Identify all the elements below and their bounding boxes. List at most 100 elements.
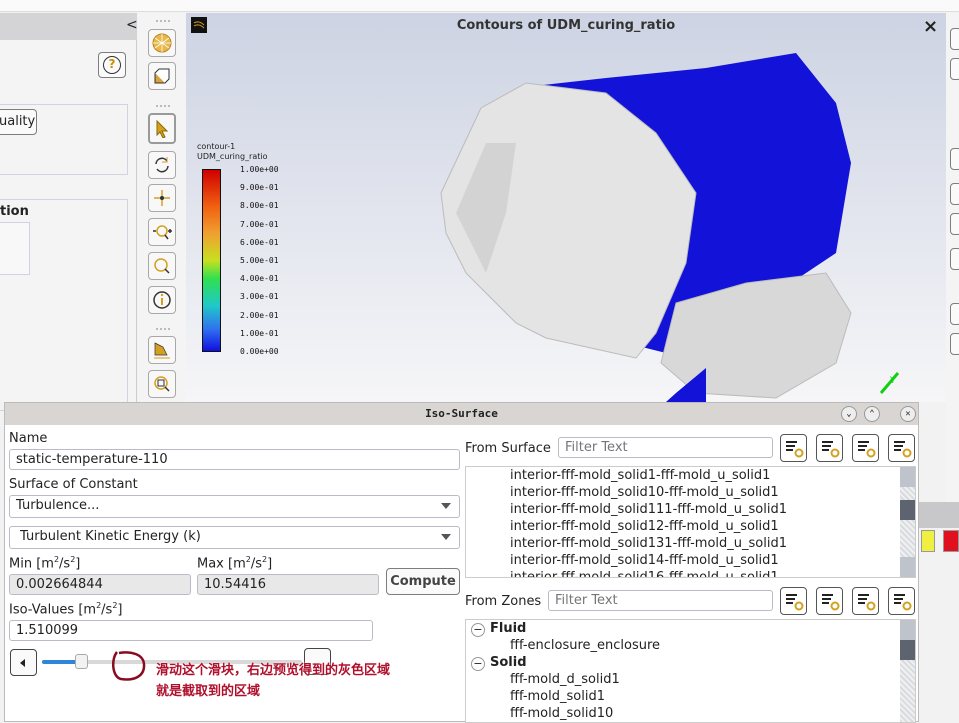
zoom-icon[interactable]	[148, 252, 176, 280]
slider-decrement-button[interactable]	[10, 649, 37, 676]
scroll-thumb[interactable]	[900, 500, 915, 520]
mesh-sphere-icon[interactable]	[148, 29, 176, 57]
list-action-icon	[822, 441, 840, 458]
list-action-icon	[894, 594, 912, 611]
list-item[interactable]: fff-mold_d_solid1	[510, 672, 620, 687]
max-value: 10.54416	[197, 574, 379, 595]
list-action-icon	[786, 594, 804, 611]
grip	[156, 105, 170, 107]
right-tool-button[interactable]	[950, 303, 959, 325]
scroll-up-button[interactable]	[900, 467, 915, 487]
variable-value: Turbulent Kinetic Energy (k)	[20, 529, 201, 544]
list-item[interactable]: fff-mold_solid10	[510, 706, 613, 721]
list-item[interactable]: interior-fff-mold_solid10-fff-mold_u_sol…	[510, 485, 779, 500]
dialog-title-text: Iso-Surface	[425, 407, 498, 420]
max-label: Max [m2/s2]	[197, 555, 273, 572]
error-icon[interactable]	[943, 530, 959, 552]
quality-button[interactable]: uality	[0, 109, 37, 135]
zoom-in-out-icon[interactable]	[148, 218, 176, 246]
collapse-button[interactable]: <	[126, 17, 138, 33]
right-tool-button[interactable]	[950, 58, 959, 80]
name-input[interactable]: static-temperature-110	[9, 449, 460, 470]
select-icon-button[interactable]	[780, 587, 807, 615]
rotate-icon[interactable]	[148, 151, 176, 179]
right-toolbar	[946, 13, 959, 502]
group-fluid[interactable]: Fluid	[490, 621, 526, 636]
iso-values-input[interactable]: 1.510099	[9, 620, 373, 641]
right-tool-button[interactable]	[950, 248, 959, 270]
list-item[interactable]: interior-fff-mold_solid131-fff-mold_u_so…	[510, 536, 787, 551]
axis-y-label: Y	[889, 376, 896, 386]
right-tool-button[interactable]	[950, 213, 959, 235]
graphics-viewport[interactable]: Contours of UDM_curing_ratio × contour-1…	[186, 13, 946, 402]
zoom-box-icon[interactable]	[148, 370, 176, 398]
zones-filter-input[interactable]	[548, 590, 773, 611]
sort-icon-button[interactable]	[816, 587, 843, 615]
message-toolbar	[919, 502, 959, 552]
variable-dropdown[interactable]: Turbulent Kinetic Energy (k)	[9, 526, 460, 549]
list-item[interactable]: interior-fff-mold_solid1-fff-mold_u_soli…	[510, 468, 770, 483]
grip	[156, 20, 170, 22]
list-item[interactable]: interior-fff-mold_solid16-fff-mold_u_sol…	[510, 570, 779, 577]
grip	[156, 328, 170, 330]
deselect-all-icon-button[interactable]	[888, 434, 915, 462]
category-dropdown[interactable]: Turbulence...	[9, 495, 460, 518]
chart-icon[interactable]	[148, 336, 176, 364]
top-strip	[0, 0, 959, 12]
model-render: Y	[440, 53, 900, 402]
scroll-up-button[interactable]	[900, 620, 915, 640]
select-all-icon-button[interactable]	[852, 434, 879, 462]
surface-list[interactable]: interior-fff-mold_solid1-fff-mold_u_soli…	[465, 466, 916, 578]
collapse-solid-icon[interactable]: −	[471, 657, 485, 671]
from-zones-label: From Zones	[465, 594, 542, 609]
select-all-icon-button[interactable]	[852, 587, 879, 615]
pan-icon[interactable]	[148, 184, 176, 212]
annotation-line-1: 滑动这个滑块，右边预览得到的灰色区域	[156, 663, 391, 678]
list-item[interactable]: fff-enclosure_enclosure	[510, 638, 660, 653]
scroll-down-button[interactable]	[900, 557, 915, 577]
annotation-circle	[112, 651, 146, 681]
zones-tree[interactable]: − Fluid fff-enclosure_enclosure − Solid …	[465, 619, 916, 723]
iso-values-label: Iso-Values [m2/s2]	[9, 601, 123, 618]
scrollbar[interactable]	[900, 620, 915, 722]
minimize-button[interactable]: ⌄	[841, 406, 857, 422]
group-solid[interactable]: Solid	[490, 655, 527, 670]
right-tool-button[interactable]	[950, 183, 959, 205]
right-tool-button[interactable]	[950, 148, 959, 170]
probe-info-icon[interactable]	[148, 286, 176, 314]
chevron-down-icon	[441, 534, 451, 540]
view-box-icon[interactable]	[148, 62, 176, 90]
select-icon-button[interactable]	[780, 434, 807, 462]
sort-icon-button[interactable]	[816, 434, 843, 462]
scrollbar[interactable]	[900, 467, 915, 577]
warning-icon[interactable]	[921, 530, 935, 552]
list-item[interactable]: interior-fff-mold_solid14-fff-mold_u_sol…	[510, 553, 779, 568]
panel-header: <	[0, 13, 138, 40]
list-action-icon	[858, 441, 876, 458]
list-item[interactable]: interior-fff-mold_solid111-fff-mold_u_so…	[510, 502, 787, 517]
list-item[interactable]: interior-fff-mold_solid12-fff-mold_u_sol…	[510, 519, 779, 534]
select-arrow-icon[interactable]	[148, 113, 176, 144]
min-value: 0.002664844	[9, 574, 191, 595]
surface-filter-input[interactable]	[558, 437, 773, 458]
dialog-title: Iso-Surface ⌄ ⌃ ✕	[5, 403, 918, 425]
maximize-button[interactable]: ⌃	[864, 406, 880, 422]
help-icon: ?	[103, 56, 121, 74]
slider-thumb[interactable]	[75, 654, 88, 669]
help-button[interactable]: ?	[98, 52, 126, 78]
collapse-fluid-icon[interactable]: −	[471, 623, 485, 637]
graphics-toolbar	[138, 13, 186, 402]
annotation-line-2: 就是截取到的区域	[156, 684, 261, 699]
iso-surface-dialog: Iso-Surface ⌄ ⌃ ✕ Name static-temperatur…	[4, 402, 919, 723]
close-dialog-button[interactable]: ✕	[900, 406, 916, 422]
name-label: Name	[9, 431, 48, 446]
section-title: tion	[0, 204, 29, 219]
surface-of-constant-label: Surface of Constant	[9, 477, 138, 492]
list-item[interactable]: fff-mold_solid1	[510, 689, 605, 704]
compute-button[interactable]: Compute	[386, 568, 460, 595]
deselect-all-icon-button[interactable]	[888, 587, 915, 615]
right-tool-button[interactable]	[950, 333, 959, 355]
left-panel: < ? uality tion	[0, 13, 138, 411]
scroll-thumb[interactable]	[900, 640, 915, 660]
right-tool-button[interactable]	[950, 28, 959, 50]
